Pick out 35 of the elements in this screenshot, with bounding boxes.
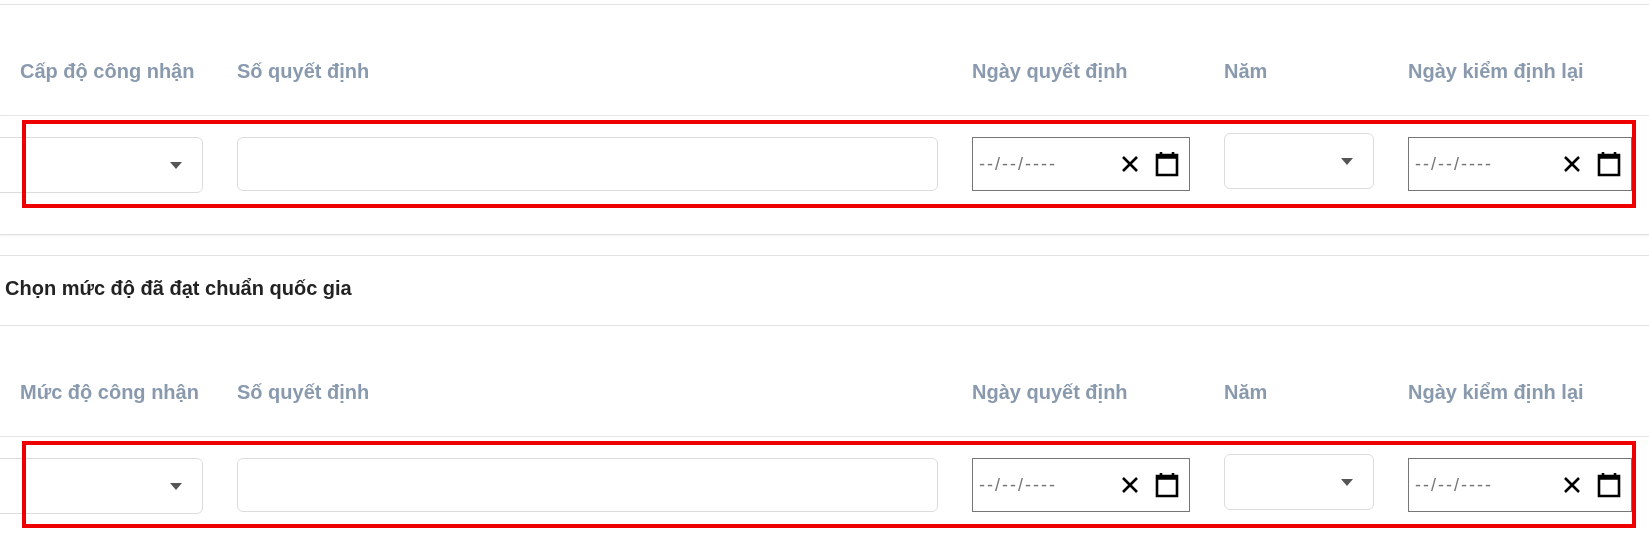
column-header: Ngày quyết định: [972, 380, 1129, 405]
calendar-icon[interactable]: [1155, 472, 1179, 498]
column-header: Số quyết định: [237, 59, 371, 84]
date-field[interactable]: --/--/----: [1408, 137, 1632, 191]
caret-icon: [170, 482, 182, 490]
dropdown[interactable]: [0, 458, 203, 514]
section-heading: Chọn mức độ đã đạt chuẩn quốc gia: [4, 276, 353, 300]
calendar-icon[interactable]: [1597, 472, 1621, 498]
input-field[interactable]: [237, 137, 938, 191]
calendar-icon[interactable]: [1597, 151, 1621, 177]
dropdown[interactable]: [0, 137, 203, 193]
caret-icon: [1341, 157, 1353, 165]
column-header: Ngày kiểm định lại: [1408, 380, 1585, 405]
column-header: Năm: [1224, 59, 1269, 84]
column-header: Năm: [1224, 380, 1269, 405]
date-field[interactable]: --/--/----: [1408, 458, 1632, 512]
date-input[interactable]: --/--/----: [1415, 471, 1547, 499]
input-field[interactable]: [237, 458, 938, 512]
date-input[interactable]: --/--/----: [1415, 150, 1547, 178]
clear-icon[interactable]: [1563, 155, 1581, 173]
date-field[interactable]: --/--/----: [972, 137, 1190, 191]
column-header: Mức độ công nhận: [19, 380, 200, 405]
caret-icon: [170, 161, 182, 169]
clear-icon[interactable]: [1563, 476, 1581, 494]
calendar-icon[interactable]: [1155, 151, 1179, 177]
date-input[interactable]: --/--/----: [979, 150, 1105, 178]
date-input[interactable]: --/--/----: [979, 471, 1105, 499]
column-header: Số quyết định: [237, 380, 371, 405]
column-header: Ngày kiểm định lại: [1408, 59, 1585, 84]
clear-icon[interactable]: [1121, 476, 1139, 494]
caret-icon: [1341, 478, 1353, 486]
clear-icon[interactable]: [1121, 155, 1139, 173]
column-header: Cấp độ công nhận: [19, 59, 196, 84]
date-field[interactable]: --/--/----: [972, 458, 1190, 512]
column-header: Ngày quyết định: [972, 59, 1129, 84]
